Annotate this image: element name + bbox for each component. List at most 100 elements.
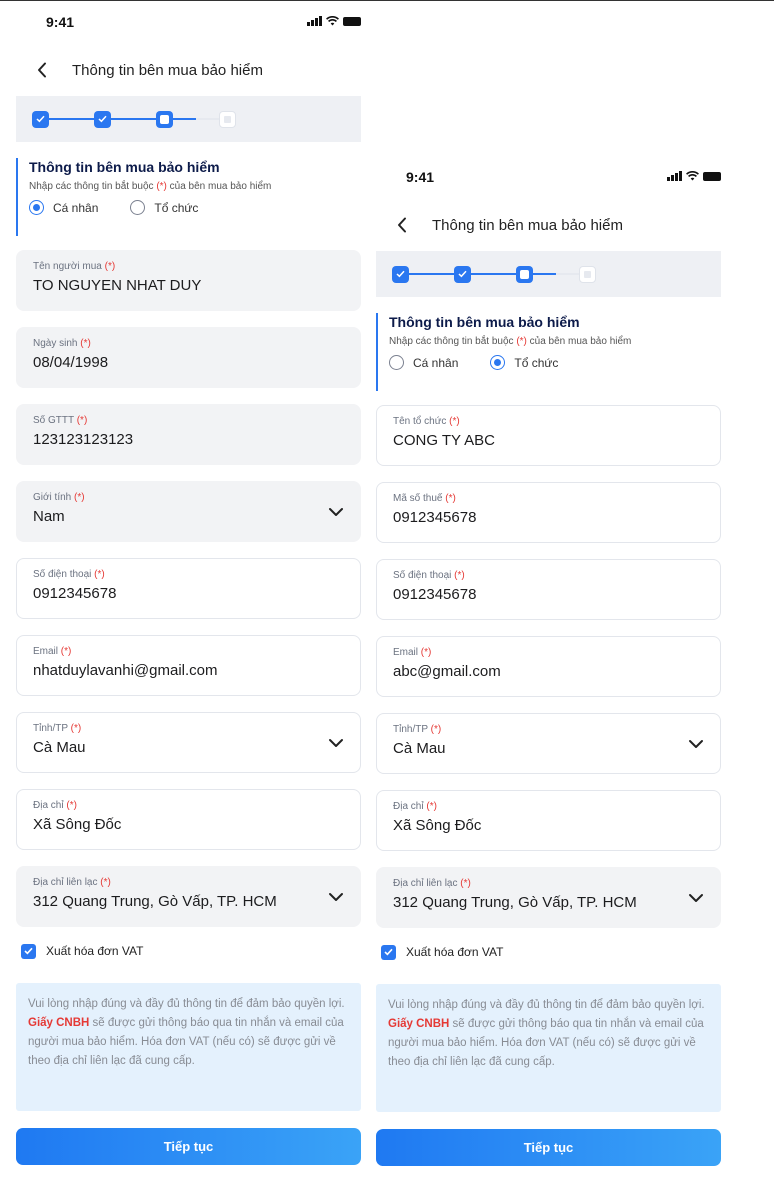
page-title: Thông tin bên mua bảo hiểm: [72, 61, 263, 79]
step-2-done: [454, 265, 471, 283]
field-label: Mã số thuế (*): [393, 493, 456, 504]
step-connector-pending: [556, 273, 579, 275]
radio-label: Cá nhân: [413, 355, 459, 370]
chevron-down-icon: [329, 739, 343, 747]
status-bar: 9:41: [376, 155, 721, 199]
section-header: Thông tin bên mua bảo hiểm Nhập các thôn…: [16, 158, 361, 236]
field-value: 0912345678: [33, 585, 117, 602]
vat-checkbox[interactable]: Xuất hóa đơn VAT: [16, 941, 361, 961]
check-icon: [24, 947, 33, 955]
vat-label: Xuất hóa đơn VAT: [46, 944, 144, 958]
select-tinh-tp[interactable]: Tỉnh/TP (*) Cà Mau: [16, 712, 361, 773]
field-value: Xã Sông Đốc: [33, 816, 122, 833]
step-4-pending: [219, 110, 236, 128]
step-connector: [49, 118, 94, 120]
info-notice: Vui lòng nhập đúng và đầy đủ thông tin đ…: [376, 984, 721, 1112]
step-connector: [471, 273, 516, 275]
field-label: Địa chỉ liên lạc (*): [393, 878, 471, 889]
chevron-down-icon: [329, 893, 343, 901]
page-title: Thông tin bên mua bảo hiểm: [432, 216, 623, 234]
input-email[interactable]: Email (*) abc@gmail.com: [376, 636, 721, 697]
nav-bar: Thông tin bên mua bảo hiểm: [376, 199, 721, 251]
radio-indicator: [389, 355, 404, 370]
field-value: TO NGUYEN NHAT DUY: [33, 277, 202, 294]
status-bar: 9:41: [16, 0, 361, 44]
select-dia-chi-lien-lac[interactable]: Địa chỉ liên lạc (*) 312 Quang Trung, Gò …: [376, 867, 721, 928]
status-time: 9:41: [406, 169, 435, 185]
field-value: abc@gmail.com: [393, 663, 501, 680]
radio-individual[interactable]: Cá nhân: [29, 200, 98, 215]
battery-icon: [703, 171, 721, 181]
input-so-dien-thoai[interactable]: Số điện thoại (*) 0912345678: [16, 558, 361, 619]
field-value: Xã Sông Đốc: [393, 817, 482, 834]
radio-organization[interactable]: Tổ chức: [490, 355, 558, 370]
select-dia-chi-lien-lac[interactable]: Địa chỉ liên lạc (*) 312 Quang Trung, Gò …: [16, 866, 361, 927]
section-subtitle: Nhập các thông tin bắt buộc (*) của bên …: [29, 181, 272, 192]
step-connector: [111, 118, 156, 120]
input-dia-chi[interactable]: Địa chỉ (*) Xã Sông Đốc: [16, 789, 361, 850]
input-ma-so-thue[interactable]: Mã số thuế (*) 0912345678: [376, 482, 721, 543]
check-icon: [98, 115, 107, 123]
input-ngay-sinh[interactable]: Ngày sinh (*) 08/04/1998: [16, 327, 361, 388]
field-value: CONG TY ABC: [393, 432, 495, 449]
field-label: Số điện thoại (*): [33, 569, 105, 580]
back-button[interactable]: [16, 44, 68, 96]
field-label: Email (*): [33, 646, 72, 657]
input-ten-nguoi-mua[interactable]: Tên người mua (*) TO NGUYEN NHAT DUY: [16, 250, 361, 311]
radio-organization[interactable]: Tổ chức: [130, 200, 198, 215]
vat-checkbox[interactable]: Xuất hóa đơn VAT: [376, 942, 721, 962]
field-value: 0912345678: [393, 586, 477, 603]
input-email[interactable]: Email (*) nhatduylavanhi@gmail.com: [16, 635, 361, 696]
radio-individual[interactable]: Cá nhân: [389, 355, 458, 370]
step-4-pending: [579, 265, 596, 283]
field-value: Cà Mau: [393, 740, 446, 757]
select-gioi-tinh[interactable]: Giới tính (*) Nam: [16, 481, 361, 542]
back-button[interactable]: [376, 199, 428, 251]
chevron-down-icon: [689, 740, 703, 748]
field-label: Tên tổ chức (*): [393, 416, 460, 427]
field-label: Địa chỉ (*): [33, 800, 77, 811]
radio-indicator: [130, 200, 146, 215]
select-tinh-tp[interactable]: Tỉnh/TP (*) Cà Mau: [376, 713, 721, 774]
field-label: Số GTTT (*): [33, 415, 88, 426]
field-value: 08/04/1998: [33, 354, 109, 371]
step-2-done: [94, 110, 111, 128]
step-1-done: [32, 110, 49, 128]
status-time: 9:41: [46, 14, 75, 30]
field-value: 123123123123: [33, 431, 134, 448]
field-value: 0912345678: [393, 509, 477, 526]
input-dia-chi[interactable]: Địa chỉ (*) Xã Sông Đốc: [376, 790, 721, 851]
checkbox-checked: [21, 943, 36, 959]
section-title: Thông tin bên mua bảo hiểm: [389, 314, 580, 330]
field-label: Địa chỉ liên lạc (*): [33, 877, 111, 888]
input-so-dien-thoai[interactable]: Số điện thoại (*) 0912345678: [376, 559, 721, 620]
buyer-type-radio-group: Cá nhân Tổ chức: [389, 355, 721, 370]
progress-stepper: [376, 251, 721, 297]
step-connector-pending: [196, 118, 219, 120]
wifi-icon: [686, 171, 699, 181]
section-title: Thông tin bên mua bảo hiểm: [29, 159, 220, 175]
field-label: Ngày sinh (*): [33, 338, 91, 349]
radio-label: Tổ chức: [154, 200, 199, 215]
step-connector: [409, 273, 454, 275]
input-ten-to-chuc[interactable]: Tên tổ chức (*) CONG TY ABC: [376, 405, 721, 466]
continue-button[interactable]: Tiếp tục: [376, 1129, 721, 1166]
radio-indicator: [29, 200, 44, 215]
continue-button[interactable]: Tiếp tục: [16, 1128, 361, 1165]
field-value: 312 Quang Trung, Gò Vấp, TP. HCM: [33, 893, 277, 910]
field-label: Email (*): [393, 647, 432, 658]
buyer-type-radio-group: Cá nhân Tổ chức: [29, 200, 361, 215]
input-so-gttt[interactable]: Số GTTT (*) 123123123123: [16, 404, 361, 465]
notice-highlight: Giấy CNBH: [28, 1017, 90, 1029]
field-label: Giới tính (*): [33, 492, 85, 503]
step-3-current: [156, 110, 173, 128]
right-screen: 9:41 Thông tin bên mua bảo hiểm Thông ti…: [376, 155, 721, 1166]
form-fields: Tên người mua (*) TO NGUYEN NHAT DUY Ngày …: [16, 250, 361, 927]
field-value: Nam: [33, 508, 65, 525]
radio-label: Tổ chức: [514, 355, 559, 370]
field-label: Số điện thoại (*): [393, 570, 465, 581]
field-value: Cà Mau: [33, 739, 86, 756]
step-connector: [173, 118, 196, 120]
section-subtitle: Nhập các thông tin bắt buộc (*) của bên …: [389, 336, 632, 347]
check-icon: [36, 115, 45, 123]
